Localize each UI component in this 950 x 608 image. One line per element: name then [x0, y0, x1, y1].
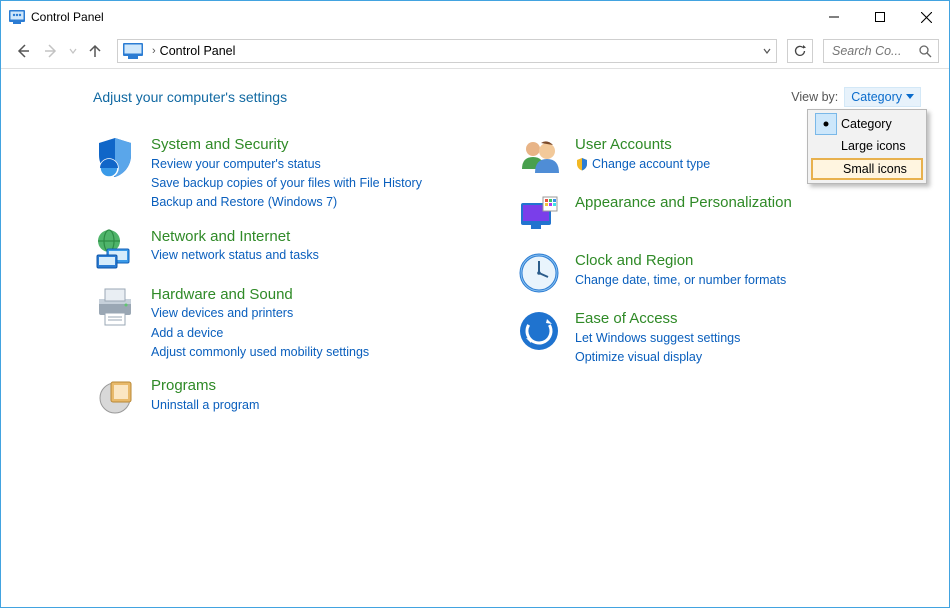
control-panel-window: Control Panel: [0, 0, 950, 608]
globe-network-icon: [93, 227, 137, 271]
minimize-button[interactable]: [811, 1, 857, 33]
category-title[interactable]: Network and Internet: [151, 227, 319, 247]
category-link[interactable]: Review your computer's status: [151, 155, 422, 174]
content-area: Adjust your computer's settings View by:…: [1, 69, 949, 607]
category-link[interactable]: Add a device: [151, 324, 369, 343]
shield-icon: [93, 135, 137, 179]
viewby-menu: Category Large icons Small icons: [807, 109, 927, 184]
breadcrumb-item[interactable]: Control Panel: [160, 44, 236, 58]
category-link[interactable]: Save backup copies of your files with Fi…: [151, 174, 422, 193]
category-link[interactable]: View network status and tasks: [151, 246, 319, 265]
category-appearance: Appearance and Personalization: [517, 193, 921, 237]
viewby-option-label: Category: [837, 117, 892, 131]
programs-icon: [93, 376, 137, 420]
window-title: Control Panel: [31, 10, 104, 24]
categories-left-column: System and Security Review your computer…: [93, 135, 497, 420]
category-programs: Programs Uninstall a program: [93, 376, 497, 420]
category-title[interactable]: Programs: [151, 376, 259, 396]
category-network-internet: Network and Internet View network status…: [93, 227, 497, 271]
arrow-right-icon: [43, 43, 59, 59]
arrow-left-icon: [15, 43, 31, 59]
search-input[interactable]: [830, 43, 918, 59]
viewby-label: View by:: [791, 90, 838, 104]
up-button[interactable]: [83, 39, 107, 63]
category-system-security: System and Security Review your computer…: [93, 135, 497, 213]
category-link-label: Change account type: [592, 157, 710, 171]
viewby-control: View by: Category Category Large icons: [791, 87, 921, 107]
category-clock-region: Clock and Region Change date, time, or n…: [517, 251, 921, 295]
window-controls: [811, 1, 949, 33]
recent-locations-dropdown[interactable]: [67, 47, 79, 55]
ease-of-access-icon: [517, 309, 561, 353]
category-link[interactable]: Optimize visual display: [575, 348, 740, 367]
radio-selected-icon: [815, 113, 837, 135]
category-link[interactable]: Backup and Restore (Windows 7): [151, 193, 422, 212]
back-button[interactable]: [11, 39, 35, 63]
category-link[interactable]: Let Windows suggest settings: [575, 329, 740, 348]
clock-icon: [517, 251, 561, 295]
close-icon: [921, 12, 932, 23]
category-link[interactable]: Adjust commonly used mobility settings: [151, 343, 369, 362]
category-link[interactable]: Uninstall a program: [151, 396, 259, 415]
radio-unselected-icon: [817, 158, 839, 180]
heading-row: Adjust your computer's settings View by:…: [93, 87, 921, 107]
forward-button[interactable]: [39, 39, 63, 63]
viewby-option-small-icons[interactable]: Small icons: [811, 158, 923, 180]
category-grid: System and Security Review your computer…: [93, 135, 921, 420]
category-link[interactable]: Change date, time, or number formats: [575, 271, 786, 290]
breadcrumb-separator: ›: [148, 45, 160, 57]
appearance-icon: [517, 193, 561, 237]
page-heading: Adjust your computer's settings: [93, 89, 287, 105]
chevron-down-icon: [763, 47, 771, 55]
category-title[interactable]: User Accounts: [575, 135, 710, 155]
viewby-option-label: Small icons: [839, 162, 907, 176]
viewby-option-label: Large icons: [837, 139, 906, 153]
viewby-option-category[interactable]: Category: [811, 113, 923, 135]
category-title[interactable]: Clock and Region: [575, 251, 786, 271]
radio-unselected-icon: [815, 135, 837, 157]
uac-shield-icon: [575, 157, 589, 171]
chevron-down-icon: [69, 47, 77, 55]
viewby-dropdown[interactable]: Category: [844, 87, 921, 107]
navigation-bar: › Control Panel: [1, 33, 949, 69]
refresh-icon: [793, 44, 807, 58]
printer-icon: [93, 285, 137, 329]
category-link[interactable]: Change account type: [575, 155, 710, 174]
category-title[interactable]: Appearance and Personalization: [575, 193, 792, 213]
viewby-current: Category: [851, 90, 902, 104]
close-button[interactable]: [903, 1, 949, 33]
maximize-icon: [875, 12, 885, 22]
category-title[interactable]: Ease of Access: [575, 309, 740, 329]
minimize-icon: [829, 12, 839, 22]
category-title[interactable]: System and Security: [151, 135, 422, 155]
search-box[interactable]: [823, 39, 939, 63]
viewby-option-large-icons[interactable]: Large icons: [811, 135, 923, 157]
maximize-button[interactable]: [857, 1, 903, 33]
category-ease-of-access: Ease of Access Let Windows suggest setti…: [517, 309, 921, 367]
arrow-up-icon: [87, 43, 103, 59]
titlebar: Control Panel: [1, 1, 949, 33]
address-dropdown[interactable]: [758, 40, 776, 62]
category-link[interactable]: View devices and printers: [151, 304, 369, 323]
refresh-button[interactable]: [787, 39, 813, 63]
chevron-down-icon: [906, 94, 914, 100]
control-panel-icon: [9, 9, 25, 25]
category-hardware-sound: Hardware and Sound View devices and prin…: [93, 285, 497, 363]
search-icon: [918, 44, 932, 58]
user-accounts-icon: [517, 135, 561, 179]
category-title[interactable]: Hardware and Sound: [151, 285, 369, 305]
address-bar[interactable]: › Control Panel: [117, 39, 777, 63]
control-panel-icon: [122, 42, 144, 60]
